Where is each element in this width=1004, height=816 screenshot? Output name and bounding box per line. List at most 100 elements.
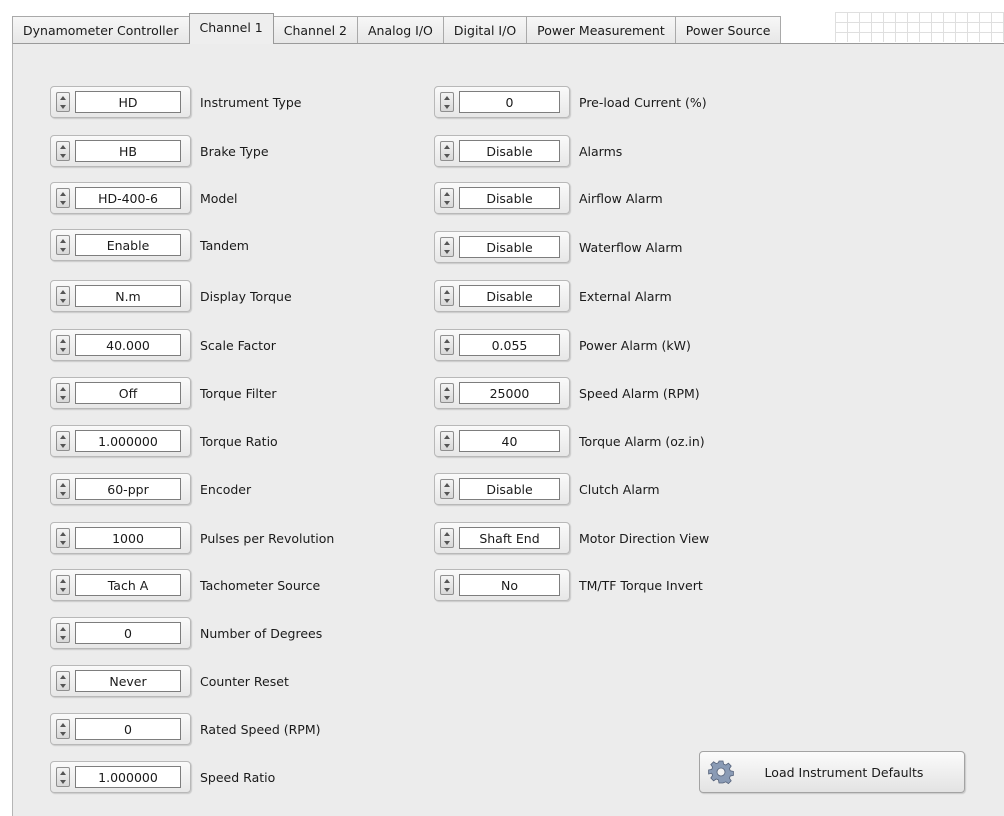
- dynamometer-panel-window: Dynamometer Controller Channel 1 Channel…: [0, 0, 1004, 816]
- external-alarm-control: Disable External Alarm: [434, 278, 672, 314]
- increment-decrement-arrows-icon[interactable]: [56, 575, 70, 595]
- increment-decrement-arrows-icon[interactable]: [56, 188, 70, 208]
- motor-direction-view-control: Shaft End Motor Direction View: [434, 520, 709, 556]
- increment-decrement-arrows-icon[interactable]: [440, 237, 454, 257]
- tab-power-measurement[interactable]: Power Measurement: [526, 16, 676, 44]
- speed-ratio-value[interactable]: 1.000000: [75, 766, 181, 788]
- increment-decrement-arrows-icon[interactable]: [56, 235, 70, 255]
- increment-decrement-arrows-icon[interactable]: [56, 479, 70, 499]
- preload-current-value[interactable]: 0: [459, 91, 560, 113]
- tab-channel-2[interactable]: Channel 2: [272, 16, 358, 44]
- encoder-label: Encoder: [200, 481, 252, 497]
- rated-speed-control: 0 Rated Speed (RPM): [50, 711, 321, 747]
- tab-power-source[interactable]: Power Source: [674, 16, 782, 44]
- tandem-value[interactable]: Enable: [75, 234, 181, 256]
- speed-alarm-label: Speed Alarm (RPM): [579, 385, 700, 401]
- model-control: HD-400-6 Model: [50, 180, 238, 216]
- tab-analog-io[interactable]: Analog I/O: [357, 16, 444, 44]
- speed-ratio-control: 1.000000 Speed Ratio: [50, 759, 275, 795]
- external-alarm-value[interactable]: Disable: [459, 285, 560, 307]
- tab-channel-1[interactable]: Channel 1: [188, 13, 274, 44]
- scale-factor-label: Scale Factor: [200, 337, 276, 353]
- model-value[interactable]: HD-400-6: [75, 187, 181, 209]
- panel-grid-background: [835, 12, 1004, 42]
- instrument-type-label: Instrument Type: [200, 94, 302, 110]
- increment-decrement-arrows-icon[interactable]: [440, 575, 454, 595]
- increment-decrement-arrows-icon[interactable]: [440, 335, 454, 355]
- tab-label: Power Measurement: [537, 23, 665, 38]
- increment-decrement-arrows-icon[interactable]: [56, 671, 70, 691]
- tab-digital-io[interactable]: Digital I/O: [442, 16, 528, 44]
- external-alarm-label: External Alarm: [579, 288, 672, 304]
- torque-ratio-label: Torque Ratio: [200, 433, 278, 449]
- increment-decrement-arrows-icon[interactable]: [56, 431, 70, 451]
- airflow-alarm-value[interactable]: Disable: [459, 187, 560, 209]
- speed-ratio-label: Speed Ratio: [200, 769, 276, 785]
- increment-decrement-arrows-icon[interactable]: [440, 479, 454, 499]
- clutch-alarm-value[interactable]: Disable: [459, 478, 560, 500]
- brake-type-value[interactable]: HB: [75, 140, 181, 162]
- torque-filter-value[interactable]: Off: [75, 382, 181, 404]
- torque-alarm-label: Torque Alarm (oz.in): [579, 433, 705, 449]
- tachometer-source-value[interactable]: Tach A: [75, 574, 181, 596]
- torque-invert-label: TM/TF Torque Invert: [579, 577, 703, 593]
- torque-invert-value[interactable]: No: [459, 574, 560, 596]
- model-label: Model: [200, 190, 238, 206]
- increment-decrement-arrows-icon[interactable]: [440, 286, 454, 306]
- scale-factor-value[interactable]: 40.000: [75, 334, 181, 356]
- power-alarm-label: Power Alarm (kW): [579, 337, 691, 353]
- tab-label: Digital I/O: [453, 23, 517, 38]
- alarms-value[interactable]: Disable: [459, 140, 560, 162]
- tab-label: Analog I/O: [368, 23, 433, 38]
- motor-direction-view-value[interactable]: Shaft End: [459, 527, 560, 549]
- encoder-value[interactable]: 60-ppr: [75, 478, 181, 500]
- power-alarm-value[interactable]: 0.055: [459, 334, 560, 356]
- clutch-alarm-control: Disable Clutch Alarm: [434, 471, 660, 507]
- channel-1-panel: HD Instrument Type HB Brake Type HD-400-…: [12, 43, 1004, 816]
- increment-decrement-arrows-icon[interactable]: [56, 92, 70, 112]
- speed-alarm-value[interactable]: 25000: [459, 382, 560, 404]
- torque-alarm-value[interactable]: 40: [459, 430, 560, 452]
- increment-decrement-arrows-icon[interactable]: [56, 383, 70, 403]
- increment-decrement-arrows-icon[interactable]: [440, 383, 454, 403]
- number-of-degrees-value[interactable]: 0: [75, 622, 181, 644]
- clutch-alarm-label: Clutch Alarm: [579, 481, 660, 497]
- display-torque-label: Display Torque: [200, 288, 292, 304]
- increment-decrement-arrows-icon[interactable]: [56, 335, 70, 355]
- preload-current-control: 0 Pre-load Current (%): [434, 84, 707, 120]
- power-alarm-control: 0.055 Power Alarm (kW): [434, 327, 691, 363]
- rated-speed-value[interactable]: 0: [75, 718, 181, 740]
- tandem-control: Enable Tandem: [50, 227, 249, 263]
- tab-label: Channel 2: [283, 23, 347, 38]
- waterflow-alarm-value[interactable]: Disable: [459, 236, 560, 258]
- counter-reset-label: Counter Reset: [200, 673, 289, 689]
- increment-decrement-arrows-icon[interactable]: [56, 623, 70, 643]
- torque-invert-control: No TM/TF Torque Invert: [434, 567, 703, 603]
- torque-ratio-value[interactable]: 1.000000: [75, 430, 181, 452]
- pulses-per-revolution-control: 1000 Pulses per Revolution: [50, 520, 334, 556]
- increment-decrement-arrows-icon[interactable]: [440, 92, 454, 112]
- increment-decrement-arrows-icon[interactable]: [440, 431, 454, 451]
- tab-dynamometer-controller[interactable]: Dynamometer Controller: [12, 16, 190, 44]
- increment-decrement-arrows-icon[interactable]: [56, 767, 70, 787]
- counter-reset-control: Never Counter Reset: [50, 663, 289, 699]
- speed-alarm-control: 25000 Speed Alarm (RPM): [434, 375, 700, 411]
- gear-icon: [708, 759, 734, 785]
- increment-decrement-arrows-icon[interactable]: [56, 286, 70, 306]
- load-instrument-defaults-button[interactable]: Load Instrument Defaults: [699, 751, 965, 793]
- waterflow-alarm-label: Waterflow Alarm: [579, 239, 683, 255]
- tab-bar: Dynamometer Controller Channel 1 Channel…: [12, 13, 782, 44]
- instrument-type-value[interactable]: HD: [75, 91, 181, 113]
- pulses-per-revolution-value[interactable]: 1000: [75, 527, 181, 549]
- increment-decrement-arrows-icon[interactable]: [56, 528, 70, 548]
- number-of-degrees-control: 0 Number of Degrees: [50, 615, 322, 651]
- counter-reset-value[interactable]: Never: [75, 670, 181, 692]
- increment-decrement-arrows-icon[interactable]: [440, 141, 454, 161]
- increment-decrement-arrows-icon[interactable]: [56, 719, 70, 739]
- tab-label: Channel 1: [199, 19, 263, 35]
- increment-decrement-arrows-icon[interactable]: [440, 528, 454, 548]
- increment-decrement-arrows-icon[interactable]: [440, 188, 454, 208]
- display-torque-value[interactable]: N.m: [75, 285, 181, 307]
- motor-direction-view-label: Motor Direction View: [579, 530, 710, 546]
- increment-decrement-arrows-icon[interactable]: [56, 141, 70, 161]
